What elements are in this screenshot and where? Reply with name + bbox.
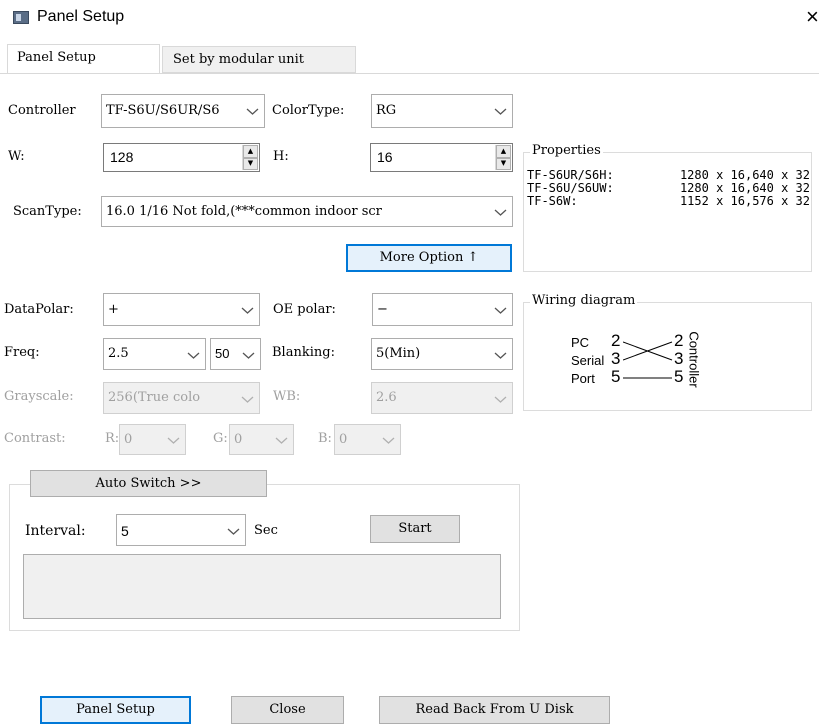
spin-up-icon[interactable]: ▲ [496, 145, 511, 158]
controller-select[interactable]: TF-S6U/S6UR/S6 [101, 94, 265, 128]
chevron-down-icon [241, 396, 254, 403]
scantype-select[interactable]: 16.0 1/16 Not fold,(***common indoor scr [101, 196, 513, 227]
more-option-button[interactable]: More Option ↑ [346, 244, 512, 272]
grayscale-label: Grayscale: [4, 389, 74, 404]
chevron-down-icon [494, 307, 507, 314]
blanking-label: Blanking: [272, 345, 335, 360]
datapolar-label: DataPolar: [4, 302, 74, 317]
properties-title: Properties [530, 143, 603, 158]
contrast-label: Contrast: [4, 431, 66, 446]
chevron-down-icon [167, 437, 180, 444]
freq-unit-select[interactable]: 50 [210, 338, 261, 370]
controller-label: Controller [8, 103, 76, 118]
interval-unit-label: Sec [254, 523, 278, 538]
grayscale-select: 256(True colo [103, 382, 260, 414]
properties-row: TF-S6W: 1152 x 16,576 x 32 [527, 194, 810, 208]
datapolar-select[interactable]: + [103, 293, 260, 326]
colortype-select[interactable]: RG [371, 94, 513, 128]
scantype-label: ScanType: [13, 204, 82, 219]
tab-divider [0, 73, 819, 74]
interval-label: Interval: [25, 523, 86, 539]
chevron-down-icon [494, 209, 507, 216]
w-value: 128 [110, 149, 134, 165]
wb-label: WB: [273, 389, 301, 404]
chevron-down-icon [187, 352, 200, 359]
g-label: G: [213, 431, 228, 446]
blanking-select[interactable]: 5(Min) [371, 338, 513, 370]
tab-label: Panel Setup [17, 50, 96, 65]
oe-polar-label: OE polar: [273, 302, 336, 317]
window-title: Panel Setup [37, 8, 125, 25]
wiring-diagram-title: Wiring diagram [530, 293, 638, 308]
colortype-label: ColorType: [272, 103, 345, 118]
chevron-down-icon [494, 396, 507, 403]
tab-label: Set by modular unit [173, 52, 304, 67]
spin-up-icon[interactable]: ▲ [243, 145, 258, 158]
wiring-diagram: PC Serial Port 2 3 5 2 3 5 Controller [566, 319, 728, 401]
contrast-b-select: 0 [334, 424, 401, 455]
close-button[interactable]: Close [231, 696, 344, 724]
wb-select: 2.6 [371, 382, 513, 414]
h-label: H: [273, 149, 289, 164]
chevron-down-icon [494, 352, 507, 359]
freq-label: Freq: [4, 345, 40, 360]
b-label: B: [318, 431, 332, 446]
spin-down-icon[interactable]: ▼ [243, 157, 258, 170]
w-label: W: [8, 149, 25, 164]
chevron-down-icon [227, 528, 240, 535]
properties-group: Properties TF-S6UR/S6H: 1280 x 16,640 x … [523, 143, 812, 272]
title-bar: Panel Setup × [0, 0, 819, 36]
tab-panel-setup[interactable]: Panel Setup [7, 44, 160, 74]
wiring-diagram-group: Wiring diagram PC Serial Port 2 3 5 2 3 … [523, 293, 812, 411]
auto-switch-button[interactable]: Auto Switch >> [30, 470, 267, 497]
h-stepper[interactable]: 16 ▲ ▼ [370, 143, 513, 172]
read-back-button[interactable]: Read Back From U Disk [379, 696, 610, 724]
r-label: R: [105, 431, 120, 446]
contrast-r-select: 0 [119, 424, 186, 455]
h-value: 16 [377, 149, 393, 165]
chevron-down-icon [242, 352, 255, 359]
chevron-down-icon [275, 437, 288, 444]
controller-vertical-label: Controller [686, 331, 702, 388]
spin-down-icon[interactable]: ▼ [496, 157, 511, 170]
start-button[interactable]: Start [370, 515, 460, 543]
properties-list: TF-S6UR/S6H: 1280 x 16,640 x 32 TF-S6U/S… [527, 169, 810, 208]
interval-select[interactable]: 5 [116, 514, 246, 546]
chevron-down-icon [241, 307, 254, 314]
tab-set-by-modular-unit[interactable]: Set by modular unit [162, 46, 356, 73]
chevron-down-icon [382, 437, 395, 444]
close-icon[interactable]: × [806, 4, 819, 30]
chevron-down-icon [246, 108, 259, 115]
oe-polar-select[interactable]: − [372, 293, 513, 326]
auto-switch-log[interactable] [23, 554, 501, 619]
w-stepper[interactable]: 128 ▲ ▼ [103, 143, 260, 172]
freq-select[interactable]: 2.5 [103, 338, 206, 370]
contrast-g-select: 0 [229, 424, 294, 455]
app-icon [13, 11, 29, 24]
chevron-down-icon [494, 108, 507, 115]
panel-setup-button[interactable]: Panel Setup [40, 696, 191, 724]
